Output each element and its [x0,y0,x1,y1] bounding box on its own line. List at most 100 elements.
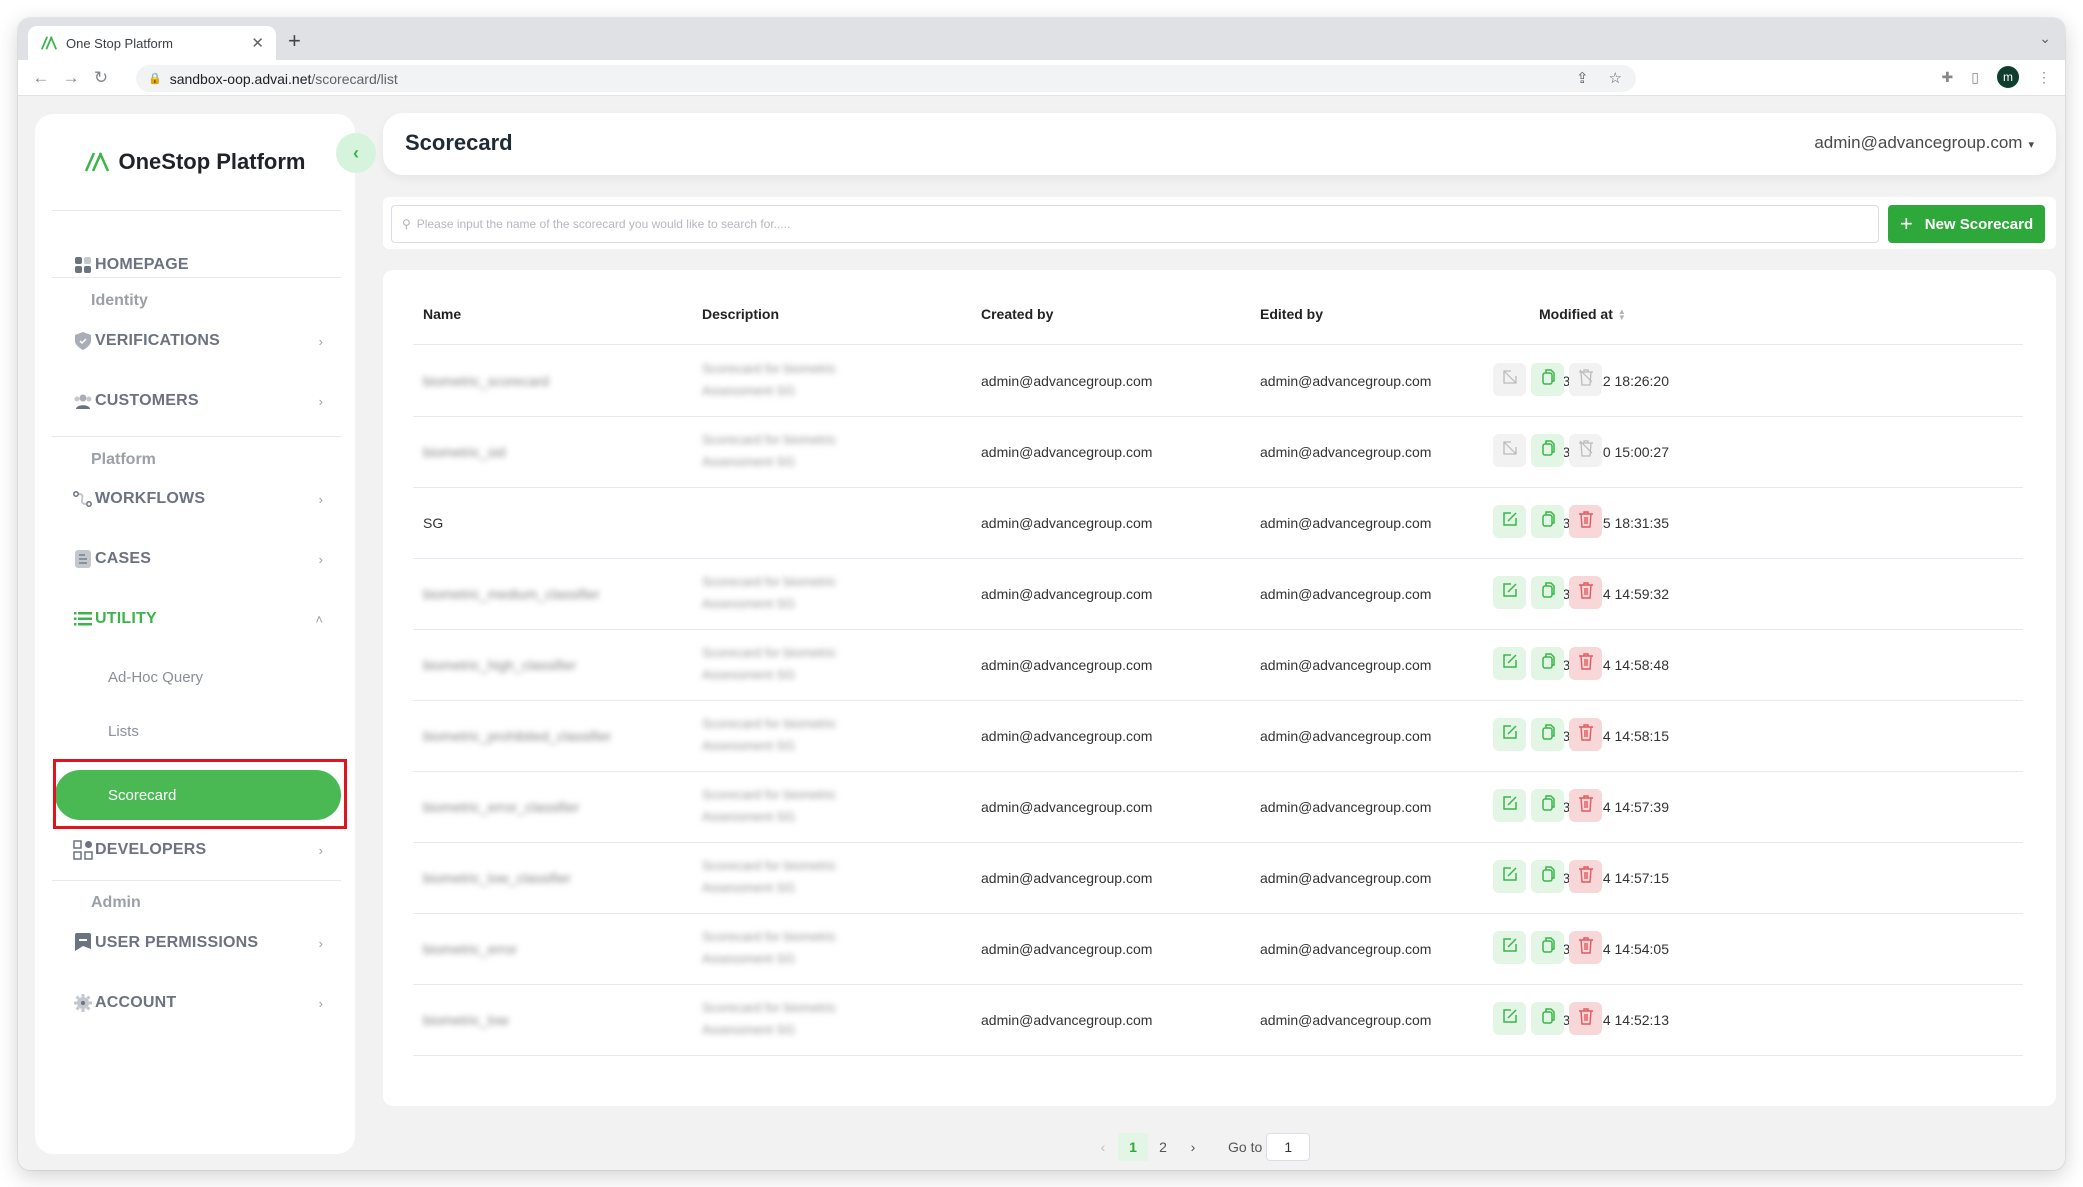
table-row[interactable]: biometric_sid Scorecard for biometric Ass… [413,417,2023,488]
address-bar[interactable]: 🔒 sandbox-oop.advai.net/scorecard/list ⇪… [136,65,1636,92]
next-page-button[interactable]: › [1178,1133,1208,1161]
tab-search-icon[interactable]: ⌄ [2039,30,2051,47]
table-row[interactable]: biometric_medium_classifier Scorecard fo… [413,559,2023,630]
edit-icon [1502,937,1518,958]
share-icon[interactable]: ⇪ [1576,69,1589,87]
side-panel-icon[interactable]: ▯ [1971,69,1979,86]
edit-button[interactable] [1493,1001,1526,1035]
cell-name[interactable]: biometric_low [423,1012,509,1028]
table-row[interactable]: SG admin@advancegroup.com admin@advanceg… [413,488,2023,559]
delete-button[interactable] [1569,646,1602,680]
duplicate-button[interactable] [1531,433,1564,467]
column-header-label: Modified at [1539,306,1613,322]
edit-button[interactable] [1493,930,1526,964]
user-menu[interactable]: admin@advancegroup.com ▾ [1814,133,2034,153]
cell-name[interactable]: biometric_high_classifier [423,657,576,673]
close-tab-icon[interactable]: ✕ [251,34,264,52]
edit-button[interactable] [1493,575,1526,609]
duplicate-button[interactable] [1531,362,1564,396]
new-tab-button[interactable]: + [288,28,301,54]
cell-name[interactable]: biometric_sid [423,444,505,460]
edit-button[interactable] [1493,859,1526,893]
onestop-logo-icon [85,152,110,172]
column-header-modified-at[interactable]: Modified at ▲ ▼ [1539,306,1626,322]
table-row[interactable]: biometric_scorecard Scorecard for biomet… [413,346,2023,417]
sidebar-item-utility[interactable]: UTILITY ˄ [73,604,323,634]
row-actions [1493,646,1602,680]
sidebar-item-account[interactable]: ACCOUNT › [73,988,323,1018]
cell-name[interactable]: biometric_error [423,941,517,957]
cell-name[interactable]: biometric_prohibited_classifier [423,728,611,744]
browser-menu-icon[interactable]: ⋮ [2037,69,2051,86]
chevron-right-icon: › [318,393,323,409]
sidebar-subitem-adhoc-query[interactable]: Ad-Hoc Query [108,669,203,686]
table-row[interactable]: biometric_error_classifier Scorecard for… [413,772,2023,843]
chevron-left-icon: ‹ [353,142,359,163]
delete-button[interactable] [1569,930,1602,964]
edit-button[interactable] [1493,504,1526,538]
delete-button[interactable] [1569,504,1602,538]
search-field[interactable]: ⚲ [391,205,1879,243]
page-button-1[interactable]: 1 [1118,1133,1148,1161]
delete-button[interactable] [1569,788,1602,822]
table-row[interactable]: biometric_prohibited_classifier Scorecar… [413,701,2023,772]
page-button-2[interactable]: 2 [1148,1133,1178,1161]
sidebar-item-cases[interactable]: CASES › [73,544,323,574]
new-scorecard-button[interactable]: + New Scorecard [1888,205,2045,243]
cell-name[interactable]: biometric_low_classifier [423,870,571,886]
sort-icon[interactable]: ▲ ▼ [1618,308,1626,322]
goto-page-input[interactable] [1266,1133,1311,1161]
brand[interactable]: OneStop Platform [35,114,355,210]
cell-description: Scorecard for biometric Assessment SG [702,571,836,615]
delete-button[interactable] [1569,859,1602,893]
cell-name[interactable]: biometric_scorecard [423,373,549,389]
copy-icon [1540,1007,1556,1029]
sidebar-subitem-lists[interactable]: Lists [108,723,139,740]
sidebar-item-user-permissions[interactable]: USER PERMISSIONS › [73,928,323,958]
back-icon[interactable]: ← [26,68,56,88]
sidebar-item-homepage[interactable]: HOMEPAGE [73,250,323,280]
profile-avatar[interactable]: m [1997,66,2019,88]
url-path: /scorecard/list [311,70,398,87]
prev-page-button[interactable]: ‹ [1088,1133,1118,1161]
reload-icon[interactable]: ↻ [86,68,116,88]
sidebar-item-workflows[interactable]: WORKFLOWS › [73,484,323,514]
table-row[interactable]: biometric_low Scorecard for biometric Ass… [413,985,2023,1056]
duplicate-button[interactable] [1531,717,1564,751]
duplicate-button[interactable] [1531,788,1564,822]
delete-button[interactable] [1569,1001,1602,1035]
sidebar-item-developers[interactable]: DEVELOPERS › [73,835,323,865]
browser-tab[interactable]: One Stop Platform ✕ [28,26,276,60]
trash-icon [1578,723,1594,746]
divider [52,880,341,881]
duplicate-button[interactable] [1531,930,1564,964]
forward-icon[interactable]: → [56,68,86,88]
duplicate-button[interactable] [1531,575,1564,609]
delete-button[interactable] [1569,717,1602,751]
cell-name[interactable]: biometric_error_classifier [423,799,579,815]
grid-icon [73,255,93,275]
search-input[interactable] [416,217,1878,231]
table-row[interactable]: biometric_low_classifier Scorecard for b… [413,843,2023,914]
duplicate-button[interactable] [1531,504,1564,538]
edit-button[interactable] [1493,646,1526,680]
extensions-icon[interactable]: ✚ [1942,69,1954,86]
chevron-right-icon: › [318,842,323,858]
table-row[interactable]: biometric_error Scorecard for biometric A… [413,914,2023,985]
delete-button[interactable] [1569,575,1602,609]
duplicate-button[interactable] [1531,1001,1564,1035]
row-actions [1493,788,1602,822]
collapse-sidebar-button[interactable]: ‹ [336,133,376,173]
chevron-right-icon: › [318,551,323,567]
edit-button[interactable] [1493,717,1526,751]
edit-button[interactable] [1493,788,1526,822]
sidebar-item-verifications[interactable]: VERIFICATIONS › [73,326,323,356]
cell-name[interactable]: SG [423,515,443,531]
description-line: Scorecard for biometric [702,715,837,731]
duplicate-button[interactable] [1531,859,1564,893]
bookmark-star-icon[interactable]: ☆ [1609,69,1622,87]
cell-name[interactable]: biometric_medium_classifier [423,586,600,602]
sidebar-item-customers[interactable]: CUSTOMERS › [73,386,323,416]
table-row[interactable]: biometric_high_classifier Scorecard for … [413,630,2023,701]
duplicate-button[interactable] [1531,646,1564,680]
